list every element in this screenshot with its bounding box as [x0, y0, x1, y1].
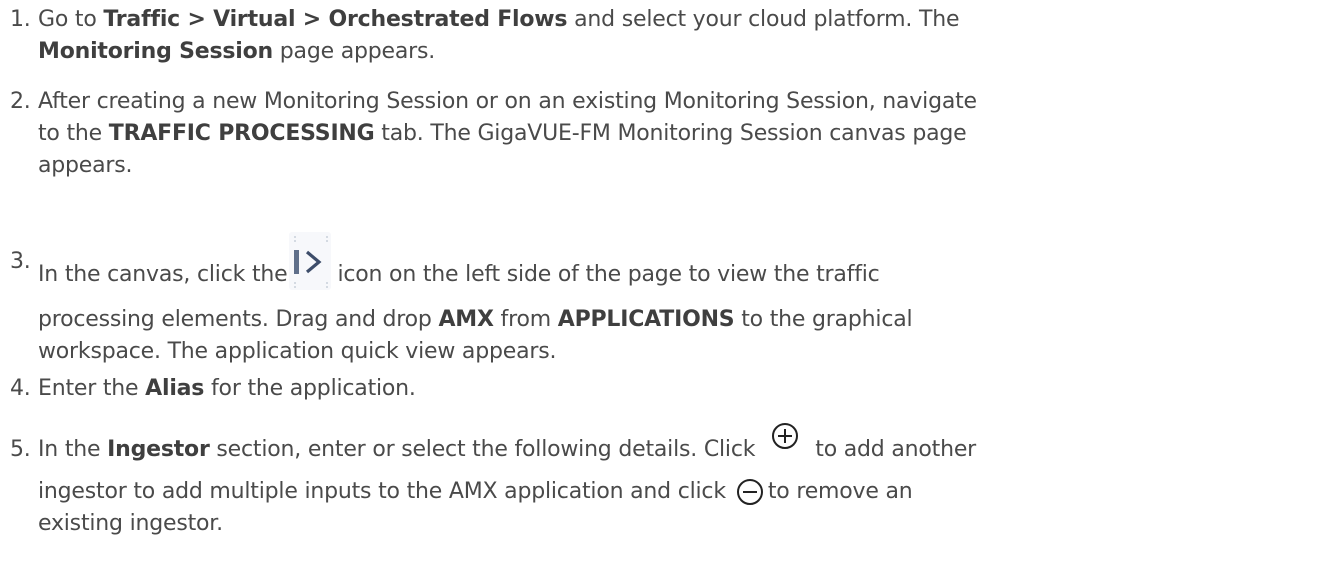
step-text: Enter the Alias for the application. [38, 373, 1328, 405]
expand-panel-icon [289, 232, 332, 290]
step-text-segment: to remove an [767, 479, 913, 504]
step-number: 1. [10, 7, 31, 32]
step-text-segment: and select your cloud platform. The [567, 7, 960, 32]
step-text-segment: page appears. [272, 39, 436, 64]
step-text-segment: workspace. The application quick view ap… [38, 339, 557, 364]
add-circle-icon [771, 422, 799, 450]
step-text-segment: appears. [38, 153, 133, 178]
step-text: In the Ingestor section, enter or select… [38, 423, 1328, 540]
step-text: In the canvas, click the icon on the lef… [38, 232, 1328, 368]
step-text-segment: In the [38, 437, 108, 462]
tab-name: TRAFFIC PROCESSING [108, 121, 375, 146]
section-name: APPLICATIONS [557, 307, 735, 332]
application-name: AMX [438, 307, 494, 332]
step-number: 4. [10, 376, 31, 401]
step-text-segment: icon on the left side of the page to vie… [337, 262, 880, 287]
page-name: Monitoring Session [38, 39, 273, 64]
menu-path: Traffic > Virtual > Orchestrated Flows [103, 7, 568, 32]
step-text: Go to Traffic > Virtual > Orchestrated F… [38, 4, 1328, 68]
step-text-segment: ingestor to add multiple inputs to the A… [38, 479, 726, 504]
section-name: Ingestor [107, 437, 210, 462]
step-text-segment: In the canvas, click the [38, 262, 288, 287]
step-text-segment: existing ingestor. [38, 511, 223, 536]
step-text-segment: processing elements. Drag and drop [38, 307, 439, 332]
step-text-segment: for the application. [204, 376, 416, 401]
step-text: After creating a new Monitoring Session … [38, 86, 1328, 182]
step-text-segment: After creating a new Monitoring Session … [38, 89, 977, 114]
step-text-segment: section, enter or select the following d… [209, 437, 756, 462]
step-text-segment: from [493, 307, 558, 332]
step-number: 2. [10, 89, 31, 114]
step-number: 5. [10, 437, 31, 462]
step-text-segment: to the graphical [734, 307, 913, 332]
step-text-segment: tab. The GigaVUE-FM Monitoring Session c… [374, 121, 967, 146]
remove-circle-icon [736, 478, 764, 506]
step-text-segment: to add another [815, 437, 976, 462]
step-text-segment: Enter the [38, 376, 146, 401]
step-text-segment: to the [38, 121, 109, 146]
field-name: Alias [145, 376, 205, 401]
step-text-segment: Go to [38, 7, 104, 32]
step-number: 3. [10, 249, 31, 274]
